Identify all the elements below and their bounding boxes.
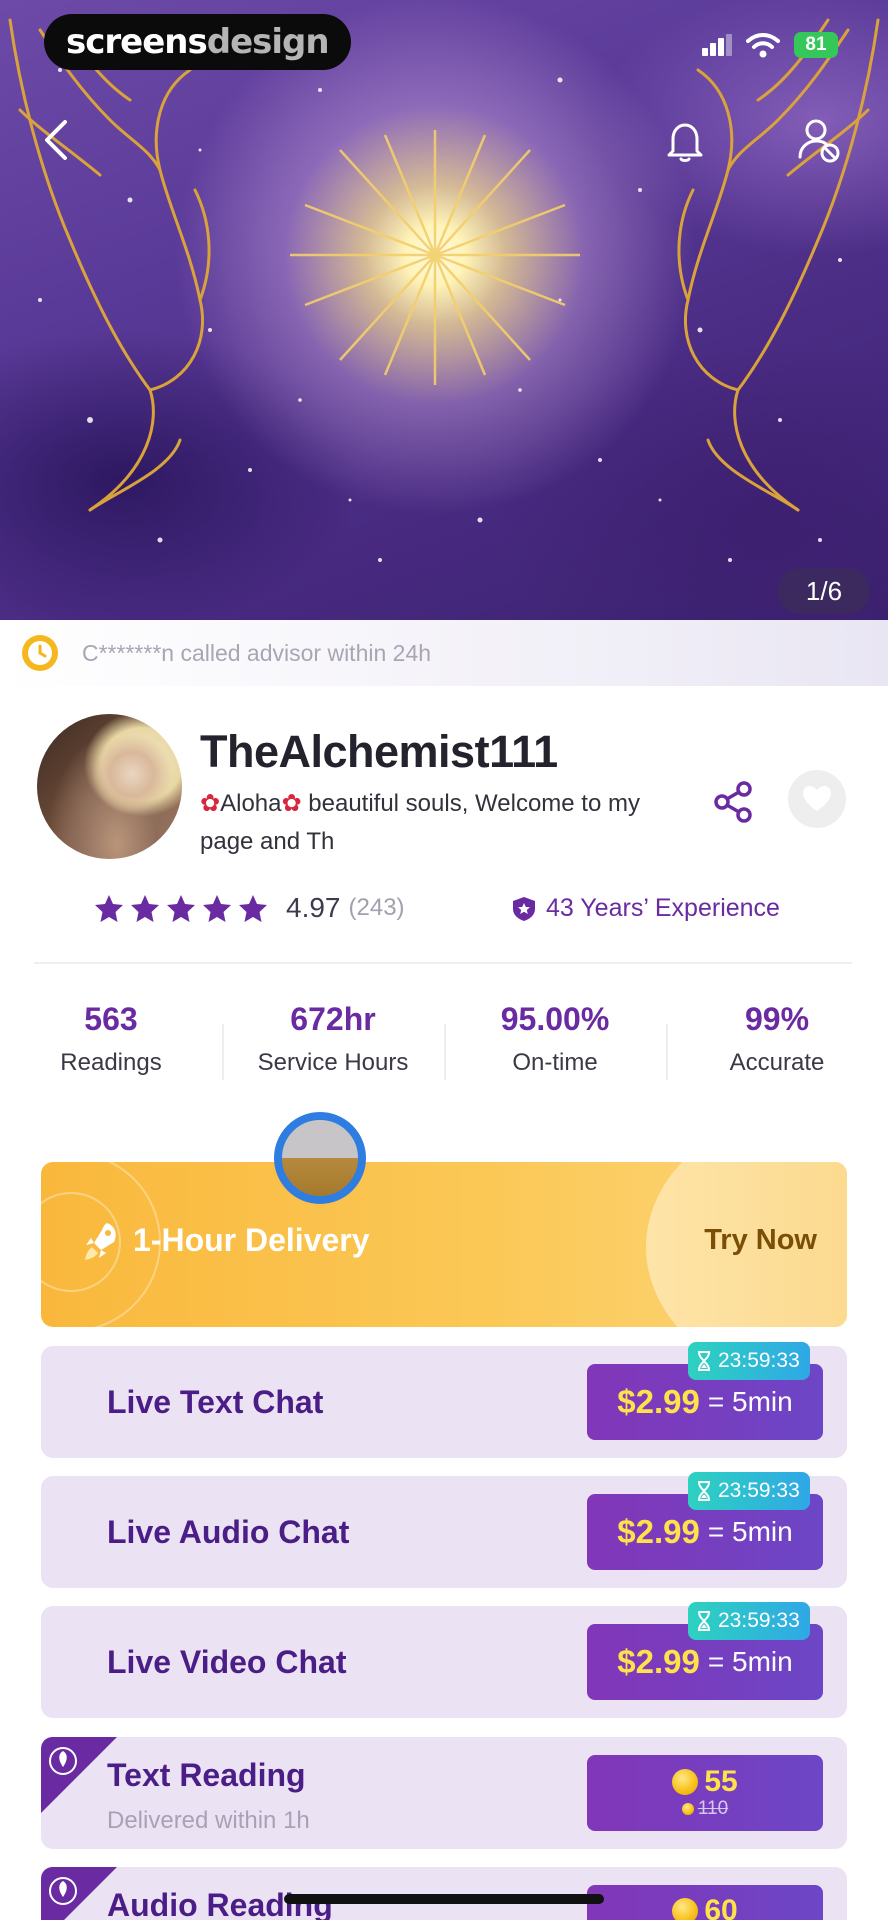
coin-price: 55 (672, 1765, 738, 1798)
stat-value: 672hr (290, 1001, 376, 1037)
star-icon (239, 895, 267, 922)
coin-amount: 55 (704, 1765, 738, 1798)
screensdesign-watermark: screensdesign (44, 14, 351, 70)
service-label: Live Text Chat (107, 1384, 324, 1420)
price-amount: $2.99 (617, 1643, 700, 1680)
stat-label: Readings (60, 1049, 162, 1076)
service-label: Live Audio Chat (107, 1514, 350, 1550)
bell-icon (667, 123, 703, 162)
notice-text: C*******n called advisor within 24h (82, 639, 432, 666)
service-text-reading[interactable]: Text Reading Delivered within 1h 55 110 (41, 1737, 847, 1849)
countdown-badge: 23:59:33 (688, 1602, 810, 1640)
heart-icon (803, 786, 831, 811)
image-counter: 1/6 (778, 568, 870, 614)
experience-text: 43 Years’ Experience (546, 894, 780, 922)
star-icon (95, 895, 123, 922)
price-unit: = 5min (707, 1386, 793, 1417)
advisor-name: TheAlchemist111 (200, 726, 558, 777)
stat-service-hours: 672hr Service Hours (222, 996, 444, 1080)
wifi-icon (746, 33, 780, 58)
coin-amount: 60 (704, 1894, 738, 1920)
hourglass-icon (698, 1481, 710, 1501)
try-now-button[interactable]: Try Now (704, 1224, 817, 1257)
service-label: Text Reading (107, 1757, 306, 1793)
coin-price-button[interactable]: 55 110 (587, 1755, 823, 1831)
service-live-text-chat[interactable]: Live Text Chat $2.99 = 5min 23:59:33 (41, 1342, 847, 1458)
coin-price: 60 (672, 1894, 738, 1920)
service-label: Live Video Chat (107, 1644, 347, 1680)
stat-label: On-time (512, 1049, 598, 1076)
touch-indicator (274, 1112, 366, 1204)
one-hour-delivery-banner[interactable]: 1-Hour Delivery Try Now (41, 1162, 847, 1327)
rating-row: 4.97 (243) (94, 892, 405, 924)
coin-price-button[interactable]: 60 (587, 1885, 823, 1920)
countdown-badge: 23:59:33 (688, 1472, 810, 1510)
coin-icon (672, 1769, 699, 1795)
stats-row: 563 Readings 672hr Service Hours 95.00% … (0, 996, 888, 1080)
clock-icon (22, 635, 58, 671)
star-icon (203, 895, 231, 922)
rocket-icon (85, 1223, 116, 1260)
brand-part-1: screens (66, 22, 208, 62)
countdown-text: 23:59:33 (718, 1479, 800, 1502)
stat-on-time: 95.00% On-time (444, 996, 666, 1080)
delivery-title: 1-Hour Delivery (133, 1222, 370, 1258)
battery-indicator: 81 (794, 32, 838, 58)
countdown-text: 23:59:33 (718, 1609, 800, 1632)
hibiscus-icon: ✿ (281, 790, 302, 817)
price-amount: $2.99 (617, 1383, 700, 1420)
back-button[interactable] (36, 112, 76, 168)
share-button[interactable] (712, 780, 756, 829)
original-coin-amount: 110 (697, 1798, 729, 1819)
coin-icon (681, 1803, 694, 1815)
shield-star-icon (513, 896, 535, 921)
star-icon (167, 895, 195, 922)
favorite-button[interactable] (788, 770, 846, 828)
status-bar: 81 (702, 32, 838, 58)
signal-icon (702, 34, 732, 56)
advisor-avatar[interactable] (37, 714, 182, 859)
original-coin-price: 110 (681, 1798, 729, 1820)
chevron-left-icon (45, 120, 67, 160)
stat-value: 99% (744, 1001, 810, 1037)
rating-count[interactable]: (243) (349, 894, 405, 922)
home-indicator[interactable] (284, 1894, 604, 1904)
hero-artwork (8, 18, 880, 562)
stat-value: 95.00% (500, 1001, 610, 1037)
coin-icon (672, 1898, 699, 1920)
hourglass-icon (698, 1351, 710, 1371)
hibiscus-icon: ✿ (200, 790, 221, 817)
price-amount: $2.99 (617, 1513, 700, 1550)
report-user-button[interactable] (794, 114, 844, 166)
stat-readings: 563 Readings (0, 996, 222, 1080)
user-block-icon (798, 119, 840, 163)
stat-label: Accurate (729, 1049, 825, 1076)
activity-notice: C*******n called advisor within 24h (0, 620, 888, 686)
advisor-bio: ✿Aloha✿ beautiful souls, Welcome to my p… (200, 785, 690, 861)
service-live-video-chat[interactable]: Live Video Chat $2.99 = 5min 23:59:33 (41, 1602, 847, 1718)
countdown-text: 23:59:33 (718, 1349, 800, 1372)
stat-accurate: 99% Accurate (666, 996, 888, 1080)
bio-prefix: Aloha (220, 790, 282, 817)
brand-part-2: design (206, 22, 330, 62)
service-subtitle: Delivered within 1h (107, 1807, 310, 1834)
service-live-audio-chat[interactable]: Live Audio Chat $2.99 = 5min 23:59:33 (41, 1472, 847, 1588)
divider (34, 962, 852, 964)
countdown-badge: 23:59:33 (688, 1342, 810, 1380)
star-icon (131, 895, 159, 922)
price-unit: = 5min (707, 1516, 793, 1547)
price-unit: = 5min (707, 1646, 793, 1677)
share-icon (714, 781, 752, 823)
experience-badge: 43 Years’ Experience (512, 894, 780, 923)
hourglass-icon (698, 1611, 710, 1631)
stat-label: Service Hours (257, 1049, 409, 1076)
rating-value: 4.97 (286, 892, 341, 923)
hero-banner[interactable]: screensdesign 81 1/6 (0, 0, 888, 620)
stat-value: 563 (84, 1001, 138, 1037)
notification-button[interactable] (660, 116, 710, 166)
